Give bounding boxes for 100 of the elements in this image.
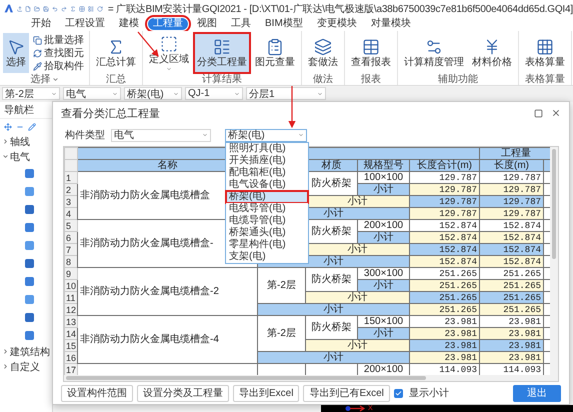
caret-icon <box>112 90 118 96</box>
action-button[interactable]: 设置分类及工程量 <box>137 384 229 402</box>
component-dropdown[interactable]: 桥架(电) <box>225 128 307 142</box>
scrollbar[interactable] <box>550 147 558 375</box>
material-cell: 防火桥架 <box>306 268 358 292</box>
component-icon[interactable] <box>24 204 35 214</box>
upload-icon[interactable] <box>16 4 22 14</box>
group-label: 选择 <box>30 72 50 86</box>
undo-icon[interactable] <box>52 4 58 14</box>
caret-icon <box>173 90 179 96</box>
expand-icon[interactable] <box>2 363 9 370</box>
component-icon[interactable] <box>24 294 35 304</box>
ribbon-button[interactable]: 表格算量 <box>522 33 568 73</box>
menu-tab[interactable]: 对量模块 <box>366 18 416 30</box>
row-number: 1 <box>64 172 78 184</box>
action-button[interactable]: 导出到已有Excel <box>303 384 390 402</box>
value-cell: 114.093 <box>410 364 480 375</box>
ribbon-button[interactable]: 查看报表 <box>348 33 394 73</box>
maximize-icon[interactable] <box>534 108 543 118</box>
menu-tab[interactable]: 工具 <box>226 18 256 30</box>
tree-item[interactable]: 建筑结构 <box>10 344 50 358</box>
pencil-icon[interactable] <box>28 122 36 130</box>
redo-icon[interactable] <box>61 4 68 14</box>
dropdown-option[interactable]: 电线导管(电) <box>226 203 308 215</box>
ribbon-button[interactable]: 计算精度管理 <box>401 33 467 73</box>
menu-tab[interactable]: 工程设置 <box>60 18 110 30</box>
file-icon[interactable] <box>25 4 32 14</box>
ribbon-button[interactable]: 选择 <box>3 33 29 73</box>
selector-dropdown[interactable]: 第-2层 <box>2 87 60 100</box>
row-number: 7 <box>64 244 78 256</box>
menu-tab[interactable]: 视图 <box>192 18 222 30</box>
sigma-icon[interactable] <box>70 4 76 14</box>
floor-cell: 第-2层 <box>258 268 306 304</box>
expand-icon[interactable] <box>2 138 9 145</box>
layers-icon <box>314 38 332 56</box>
action-button[interactable]: 导出到Excel <box>233 384 300 402</box>
value-cell: 23.981 <box>480 316 544 328</box>
component-icon[interactable] <box>24 186 35 196</box>
value-cell: 129.787 <box>480 172 544 184</box>
component-icon[interactable] <box>24 222 35 232</box>
action-button[interactable]: 设置构件范围 <box>61 384 133 402</box>
component-icon[interactable] <box>24 330 35 340</box>
ribbon-small-button[interactable]: 批量选择 <box>31 34 86 46</box>
row-number: 10 <box>64 280 78 292</box>
value-cell: 251.265 <box>480 292 544 304</box>
ribbon-button[interactable]: 分类工程量 <box>194 33 250 73</box>
ribbon-small-button[interactable]: 拾取构件 <box>31 60 86 72</box>
tree-item[interactable]: 电气 <box>10 150 30 164</box>
name-cell: 非消防动力防火金属电缆槽盒-4 <box>78 316 258 364</box>
value-cell: 114.093 <box>480 364 544 375</box>
row-number: 12 <box>64 304 78 316</box>
expand-icon[interactable] <box>2 348 9 355</box>
menu-tab[interactable]: 建模 <box>114 18 144 30</box>
refresh-icon[interactable] <box>96 4 103 14</box>
tree-item[interactable]: 轴线 <box>10 134 30 148</box>
selector-dropdown[interactable]: 分层1 <box>246 87 326 100</box>
row-number: 17 <box>64 364 78 375</box>
sliders-icon <box>425 38 443 56</box>
grid-icon[interactable] <box>79 4 85 14</box>
ribbon-button[interactable]: 材料价格 <box>469 33 515 73</box>
caret-icon <box>234 90 240 96</box>
ribbon-small-button[interactable]: 查找图元 <box>31 47 86 59</box>
expand-icon[interactable] <box>2 153 9 160</box>
value-cell: 23.981 <box>410 340 480 352</box>
save-icon[interactable] <box>43 4 50 14</box>
folder-icon[interactable] <box>34 4 40 14</box>
close-icon[interactable] <box>551 108 561 118</box>
component-icon[interactable] <box>24 276 35 286</box>
header-cell: 长度(m) <box>480 160 544 172</box>
group-label: 做法 <box>313 72 333 86</box>
caret-icon[interactable] <box>52 76 58 82</box>
value-cell: 251.265 <box>410 304 480 316</box>
selector-dropdown[interactable]: 电气 <box>63 87 121 100</box>
tree-item[interactable]: 自定义 <box>10 360 40 374</box>
value-cell: 129.787 <box>410 208 480 220</box>
exit-button[interactable]: 退出 <box>513 384 561 402</box>
ribbon-button[interactable]: 图元查量 <box>252 33 298 73</box>
menu-tab[interactable]: 开始 <box>26 18 56 30</box>
subtotal-cell: 小计 <box>306 292 410 304</box>
move-icon[interactable] <box>4 122 12 130</box>
list-icon[interactable] <box>88 4 94 14</box>
spec-cell: 300×100 <box>358 268 410 280</box>
menu-tab[interactable]: 工程量 <box>148 18 188 30</box>
ribbon-button[interactable]: 汇总计算 <box>93 33 139 73</box>
component-icon[interactable] <box>24 312 35 322</box>
component-icon[interactable] <box>24 240 35 250</box>
list-icon <box>213 38 231 56</box>
checkbox[interactable] <box>394 388 403 398</box>
menu-tab[interactable]: 变更模块 <box>312 18 362 30</box>
menu-tab[interactable]: BIM模型 <box>260 18 308 30</box>
component-icon[interactable] <box>24 258 35 268</box>
type-dropdown[interactable]: 电气 <box>111 128 211 142</box>
ribbon-button[interactable]: 套做法 <box>305 33 341 73</box>
value-cell: 152.874 <box>480 256 544 268</box>
component-icon[interactable] <box>24 168 35 178</box>
scrollbar[interactable] <box>64 375 558 381</box>
selector-dropdown[interactable]: 桥架(电) <box>124 87 182 100</box>
name-cell: 非消防动力防火金属电缆槽盒-2 <box>78 268 258 316</box>
selector-dropdown[interactable]: QJ-1 <box>185 87 243 100</box>
row-number: 3 <box>64 196 78 208</box>
